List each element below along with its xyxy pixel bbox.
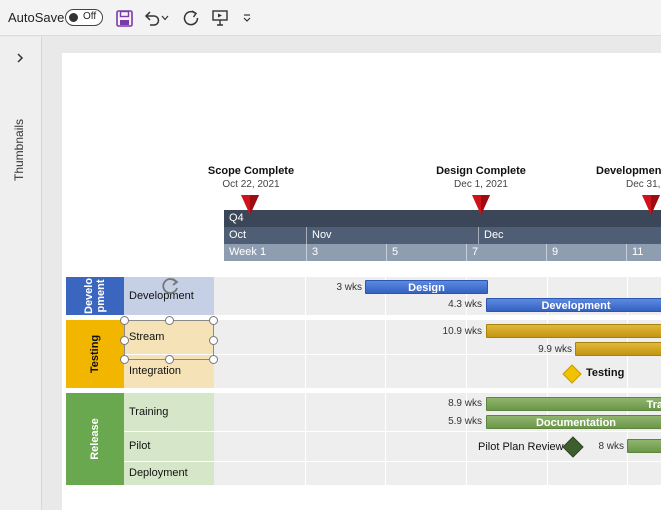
timescale-month-row: Oct Nov Dec xyxy=(224,227,661,244)
group-label-release[interactable]: Release xyxy=(66,393,124,485)
thumbnails-label[interactable]: Thumbnails xyxy=(12,117,26,183)
milestone-label-testing: Testing xyxy=(586,367,625,379)
milestone-label-pilot-plan-review: Pilot Plan Review xyxy=(478,441,564,453)
thumbnails-pane: Thumbnails xyxy=(0,37,42,510)
autosave-label: AutoSave xyxy=(8,10,65,25)
autosave-toggle-state: Off xyxy=(83,11,97,22)
group-label-development[interactable]: Develo pment xyxy=(66,277,124,315)
week-label: 7 xyxy=(466,244,478,261)
resize-handle[interactable] xyxy=(120,336,129,345)
task-duration: 10.9 wks xyxy=(442,326,482,337)
task-duration: 9.9 wks xyxy=(538,344,572,355)
task-bar-stream-2[interactable] xyxy=(575,342,661,356)
milestone-date: Dec 31, 20 xyxy=(626,179,661,190)
row-divider xyxy=(124,431,661,432)
slide-canvas[interactable]: Scope Complete Oct 22, 2021 Design Compl… xyxy=(62,53,661,510)
customize-toolbar-icon[interactable] xyxy=(240,8,254,28)
milestone-diamond-icon[interactable] xyxy=(562,364,582,384)
redo-icon[interactable] xyxy=(181,8,201,28)
resize-handle[interactable] xyxy=(165,316,174,325)
week-label: 5 xyxy=(386,244,398,261)
row-divider xyxy=(124,461,661,462)
milestone-date: Oct 22, 2021 xyxy=(222,179,280,190)
toggle-knob xyxy=(69,13,78,22)
task-bar-pilot[interactable] xyxy=(627,439,661,453)
week-label: 3 xyxy=(306,244,318,261)
month-label: Oct xyxy=(229,229,247,241)
group-label-testing[interactable]: Testing xyxy=(66,320,124,388)
milestone-scope-complete[interactable]: Scope Complete Oct 22, 2021 xyxy=(201,165,301,190)
timescale-quarter-row: Q4 xyxy=(224,210,661,227)
milestone-marker-icon[interactable] xyxy=(241,195,259,215)
resize-handle[interactable] xyxy=(165,355,174,364)
group-name: Testing xyxy=(88,334,101,374)
timescale-week-row: Week 1 3 5 7 9 11 xyxy=(224,244,661,261)
month-label: Nov xyxy=(306,227,332,244)
resize-handle[interactable] xyxy=(209,316,218,325)
task-duration: 8 wks xyxy=(598,441,624,452)
milestone-marker-icon[interactable] xyxy=(472,195,490,215)
undo-icon[interactable] xyxy=(142,8,162,28)
week-label: 11 xyxy=(626,244,643,261)
task-duration: 4.3 wks xyxy=(448,299,482,310)
month-label: Dec xyxy=(478,227,504,244)
milestone-title: Design Complete xyxy=(436,165,526,177)
task-bar-documentation[interactable]: Documentation xyxy=(486,415,661,429)
milestone-diamond-icon[interactable] xyxy=(562,436,584,458)
grid-line xyxy=(305,277,306,485)
group-name: Develo pment xyxy=(83,277,107,314)
resize-handle[interactable] xyxy=(120,316,129,325)
milestone-development-complete[interactable]: Development Dec 31, 20 xyxy=(596,165,661,190)
expand-chevron-icon[interactable] xyxy=(13,51,27,65)
resize-handle[interactable] xyxy=(209,336,218,345)
task-bar-development[interactable]: Development xyxy=(486,298,661,312)
task-duration: 8.9 wks xyxy=(448,398,482,409)
task-cell[interactable]: Training xyxy=(124,393,214,431)
task-bar-design[interactable]: Design xyxy=(365,280,488,294)
resize-handle[interactable] xyxy=(209,355,218,364)
week-label: Week 1 xyxy=(229,246,267,258)
group-name: Release xyxy=(89,418,101,460)
autosave-toggle[interactable]: Off xyxy=(65,9,103,26)
task-duration: 3 wks xyxy=(336,282,362,293)
grid-line xyxy=(385,277,386,485)
milestone-title: Development xyxy=(596,165,661,177)
milestone-design-complete[interactable]: Design Complete Dec 1, 2021 xyxy=(431,165,531,190)
task-name: Training xyxy=(129,406,169,418)
milestone-marker-icon[interactable] xyxy=(642,195,660,215)
selection-frame[interactable] xyxy=(124,320,214,360)
resize-handle[interactable] xyxy=(120,355,129,364)
task-bar-training[interactable]: Tra xyxy=(486,397,661,411)
task-duration: 5.9 wks xyxy=(448,416,482,427)
undo-dropdown-icon[interactable] xyxy=(160,8,170,28)
task-name: Deployment xyxy=(129,467,188,479)
rotate-handle-icon[interactable] xyxy=(161,276,181,296)
task-name: Integration xyxy=(129,365,181,377)
week-label: 9 xyxy=(546,244,558,261)
task-name: Pilot xyxy=(129,440,151,452)
milestone-title: Scope Complete xyxy=(207,165,295,177)
save-icon[interactable] xyxy=(114,8,134,28)
presentation-icon[interactable] xyxy=(210,8,230,28)
quick-access-toolbar: AutoSave Off xyxy=(0,0,661,36)
task-cell[interactable]: Deployment xyxy=(124,461,214,485)
milestone-date: Dec 1, 2021 xyxy=(454,179,508,190)
task-cell[interactable]: Pilot xyxy=(124,431,214,461)
task-bar-stream[interactable] xyxy=(486,324,661,338)
